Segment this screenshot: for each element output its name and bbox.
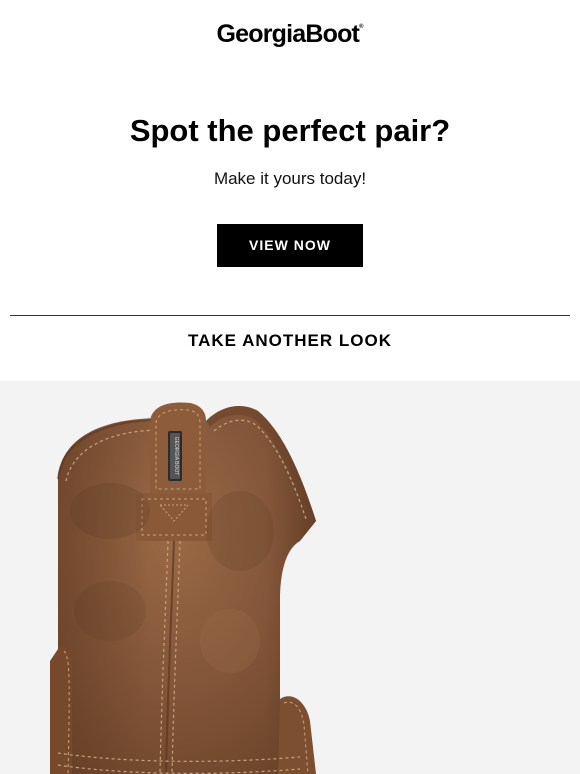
vamp-overlay <box>278 696 316 774</box>
product-image-panel[interactable]: GEORGIA BOOT <box>0 381 580 774</box>
logo-text: GeorgiaBoot <box>216 20 360 48</box>
georgia-boot-logo[interactable]: GeorgiaBoot® <box>0 20 580 49</box>
section-divider <box>10 315 570 316</box>
registered-mark: ® <box>359 24 364 30</box>
section-title: TAKE ANOTHER LOOK <box>188 331 392 350</box>
subheadline: Make it yours today! <box>213 169 367 188</box>
view-now-button[interactable]: VIEW NOW <box>217 224 363 267</box>
headline: Spot the perfect pair? <box>129 113 451 148</box>
pull-tab-text: GEORGIA BOOT <box>173 437 179 476</box>
boot-image[interactable]: GEORGIA BOOT <box>0 381 580 774</box>
